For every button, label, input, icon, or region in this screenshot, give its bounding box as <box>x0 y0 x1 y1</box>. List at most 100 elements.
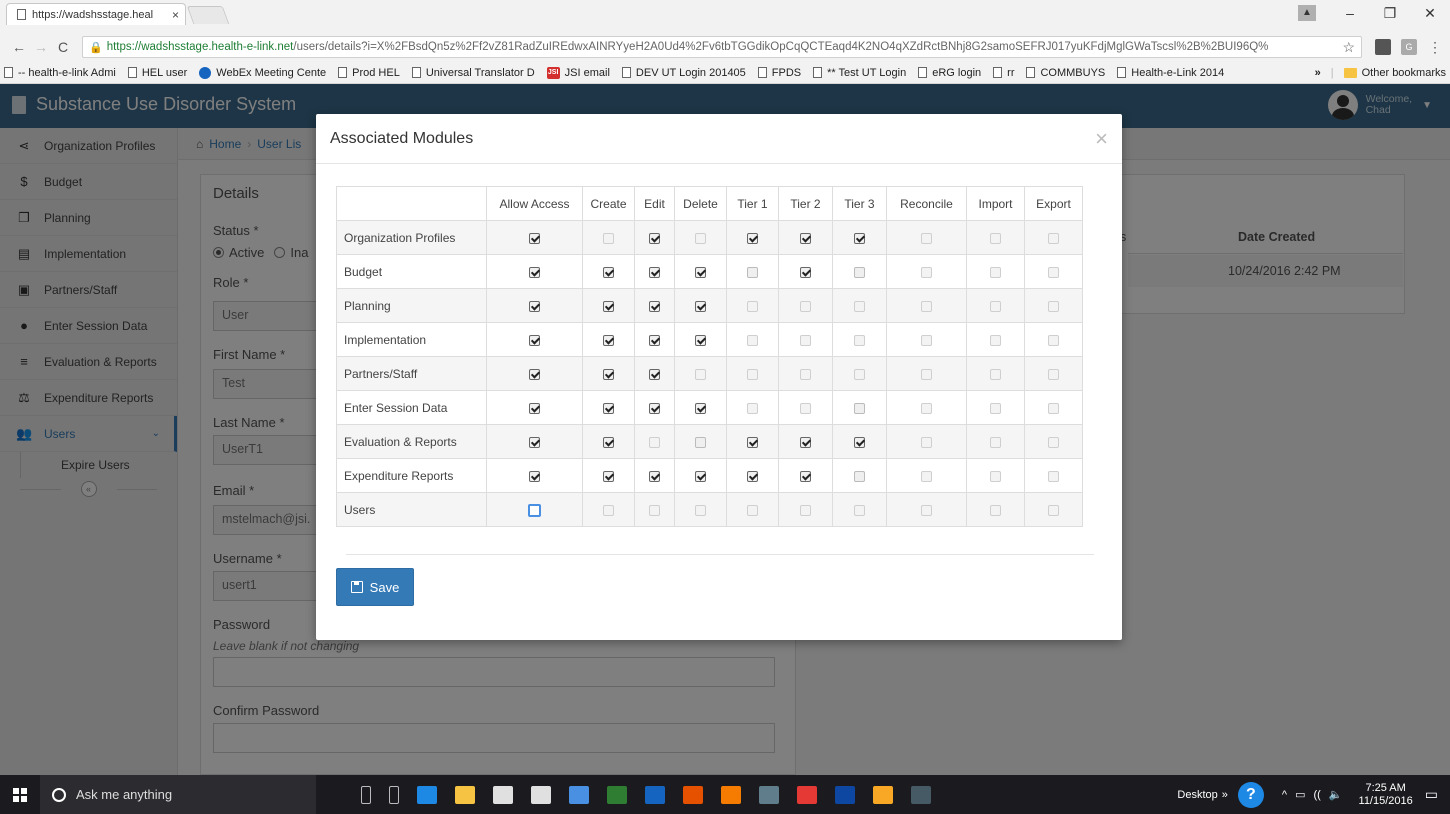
store-icon[interactable] <box>493 785 513 804</box>
network-icon[interactable]: ▭ <box>1295 788 1305 801</box>
permission-checkbox[interactable] <box>800 470 811 482</box>
toolbar-more-icon[interactable]: » <box>1222 789 1228 801</box>
app2-icon[interactable] <box>721 785 741 804</box>
bookmarks-more-button[interactable]: » <box>1315 67 1321 79</box>
permission-checkbox[interactable] <box>854 436 865 448</box>
maximize-button[interactable]: ❐ <box>1370 5 1410 22</box>
permission-checkbox[interactable] <box>649 368 660 380</box>
close-icon[interactable]: × <box>1095 126 1108 152</box>
excel-icon[interactable] <box>607 785 627 804</box>
permission-checkbox[interactable] <box>695 334 706 346</box>
notifications-icon[interactable]: ▭ <box>1425 786 1438 803</box>
wifi-icon[interactable]: (( <box>1313 789 1320 801</box>
url-input[interactable]: 🔒 https://wadshsstage.health-e-link.net … <box>82 36 1362 58</box>
back-icon[interactable]: ← <box>8 39 30 55</box>
close-window-button[interactable]: ✕ <box>1410 5 1450 22</box>
permission-checkbox[interactable] <box>800 266 811 278</box>
permission-checkbox[interactable] <box>854 232 865 244</box>
permission-checkbox[interactable] <box>747 266 758 278</box>
bookmark-item[interactable]: COMMBUYS <box>1026 67 1105 79</box>
volume-icon[interactable]: 🔈 <box>1329 788 1343 801</box>
desktop-toolbar-label[interactable]: Desktop <box>1177 789 1217 801</box>
permission-checkbox[interactable] <box>603 334 614 346</box>
help-icon[interactable]: ? <box>1237 781 1264 808</box>
bookmark-item[interactable]: DEV UT Login 201405 <box>621 67 746 79</box>
permission-checkbox[interactable] <box>800 232 811 244</box>
permission-checkbox[interactable] <box>529 436 540 448</box>
permission-checkbox[interactable] <box>649 470 660 482</box>
start-button[interactable] <box>0 775 40 814</box>
bookmark-item[interactable]: JSI JSI email <box>546 66 610 79</box>
bookmark-item[interactable]: eRG login <box>918 67 981 79</box>
permission-checkbox[interactable] <box>603 436 614 448</box>
solitaire-icon[interactable] <box>835 785 855 804</box>
cortana-search-box[interactable]: Ask me anything <box>40 775 316 814</box>
permission-checkbox[interactable] <box>695 402 706 414</box>
reload-icon[interactable]: C <box>52 39 74 55</box>
permission-checkbox[interactable] <box>529 334 540 346</box>
bookmark-item[interactable]: rr <box>993 67 1014 79</box>
permission-checkbox[interactable] <box>528 503 541 517</box>
bookmark-item[interactable]: ** Test UT Login <box>813 67 906 79</box>
bookmark-item[interactable]: FPDS <box>757 67 801 79</box>
tab-close-icon[interactable]: × <box>172 8 179 22</box>
permission-checkbox[interactable] <box>529 266 540 278</box>
bookmark-item[interactable]: Prod HEL <box>338 67 400 79</box>
norton-icon[interactable] <box>873 785 893 804</box>
permission-checkbox[interactable] <box>649 266 660 278</box>
bookmark-item[interactable]: -- health-e-link Admi <box>4 67 116 79</box>
permission-checkbox[interactable] <box>800 436 811 448</box>
permission-checkbox[interactable] <box>649 232 660 244</box>
word-icon[interactable] <box>645 785 665 804</box>
permission-checkbox[interactable] <box>695 436 706 448</box>
permission-checkbox[interactable] <box>529 300 540 312</box>
bookmark-item[interactable]: HEL user <box>127 67 187 79</box>
powerpoint-icon[interactable] <box>683 785 703 804</box>
save-button[interactable]: Save <box>336 568 414 606</box>
permission-checkbox[interactable] <box>603 266 614 278</box>
permission-checkbox[interactable] <box>649 402 660 414</box>
bookmark-item[interactable]: WebEx Meeting Cente <box>199 66 326 79</box>
permission-checkbox[interactable] <box>854 402 865 414</box>
bookmark-item[interactable]: Health-e-Link 2014 <box>1117 67 1224 79</box>
edge-icon[interactable] <box>417 785 437 804</box>
file-explorer-icon[interactable] <box>455 785 475 804</box>
chrome-icon[interactable] <box>797 785 817 804</box>
permission-checkbox[interactable] <box>649 334 660 346</box>
clock[interactable]: 7:25 AM 11/15/2016 <box>1359 782 1413 808</box>
permission-checkbox[interactable] <box>747 232 758 244</box>
minimize-button[interactable]: – <box>1330 5 1370 21</box>
permission-checkbox[interactable] <box>529 368 540 380</box>
permission-checkbox[interactable] <box>649 300 660 312</box>
calculator-icon[interactable] <box>759 785 779 804</box>
extension-icon[interactable] <box>1375 39 1391 55</box>
extension-g-icon[interactable]: G <box>1401 39 1417 55</box>
permission-checkbox[interactable] <box>695 266 706 278</box>
other-bookmarks-link[interactable]: Other bookmarks <box>1362 67 1446 79</box>
forward-icon[interactable]: → <box>30 39 52 55</box>
permission-checkbox[interactable] <box>603 368 614 380</box>
permission-checkbox[interactable] <box>529 402 540 414</box>
browser-tab[interactable]: https://wadshsstage.heal × <box>6 3 186 25</box>
task-view-icon[interactable] <box>389 785 399 804</box>
mic-icon[interactable] <box>361 785 371 804</box>
tray-chevron-icon[interactable]: ^ <box>1282 789 1287 801</box>
permission-checkbox[interactable] <box>854 470 865 482</box>
profile-icon[interactable]: ▲ <box>1298 5 1316 21</box>
permission-checkbox[interactable] <box>529 470 540 482</box>
permission-checkbox[interactable] <box>603 402 614 414</box>
permission-checkbox[interactable] <box>603 300 614 312</box>
permission-checkbox[interactable] <box>603 470 614 482</box>
app3-icon[interactable] <box>911 785 931 804</box>
permission-checkbox[interactable] <box>747 436 758 448</box>
permission-checkbox[interactable] <box>695 470 706 482</box>
permission-checkbox[interactable] <box>529 232 540 244</box>
bookmark-star-icon[interactable]: ☆ <box>1338 39 1355 56</box>
permission-checkbox[interactable] <box>695 300 706 312</box>
permission-checkbox[interactable] <box>854 266 865 278</box>
app-icon[interactable] <box>569 785 589 804</box>
new-tab-button[interactable] <box>186 6 230 24</box>
menu-dots-icon[interactable]: ⋮ <box>1428 39 1442 56</box>
bookmark-item[interactable]: Universal Translator D <box>411 67 535 79</box>
permission-checkbox[interactable] <box>747 470 758 482</box>
